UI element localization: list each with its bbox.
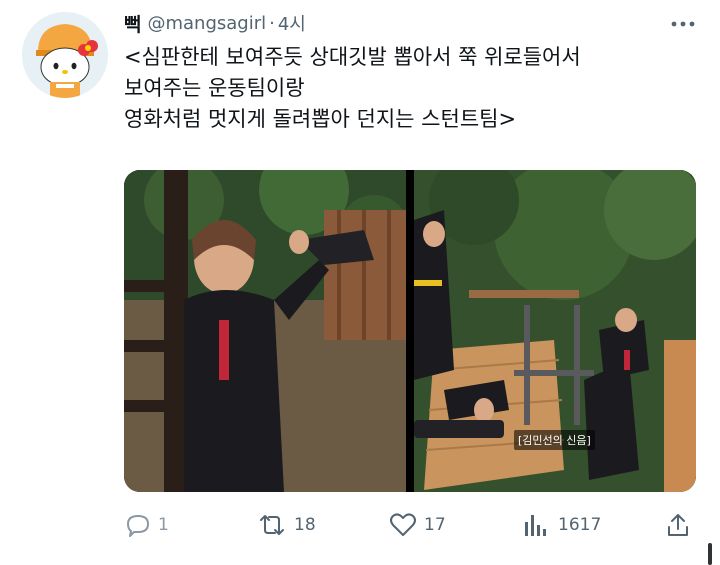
like-count: 17 (424, 515, 446, 535)
tweet-text-line-2: 보여주는 운동팀이랑 (124, 76, 305, 100)
reply-button[interactable]: 1 (124, 508, 169, 542)
scrollbar[interactable] (708, 543, 712, 565)
display-name[interactable]: 뻑 (124, 10, 141, 37)
user-handle[interactable]: @mangsagirl (147, 13, 266, 34)
more-horizontal-icon (671, 21, 695, 27)
tweet-text: <심판한테 보여주듯 상대깃발 뽑아서 쭉 위로들어서 보여주는 운동팀이랑 영… (124, 42, 704, 135)
views-button[interactable]: 1617 (520, 508, 601, 542)
tweet-header: 뻑 @mangsagirl · 4시 (124, 10, 306, 36)
avatar[interactable] (22, 12, 108, 98)
media-image-left[interactable] (124, 170, 406, 492)
retweet-count: 18 (294, 515, 316, 535)
reply-icon (127, 515, 149, 537)
action-bar: 1 18 17 1617 (124, 508, 704, 542)
reply-count: 1 (158, 515, 169, 535)
tweet-text-line-3: 영화처럼 멋지게 돌려뽑아 던지는 스턴트팀> (124, 107, 517, 131)
timestamp[interactable]: 4시 (278, 10, 306, 36)
view-count: 1617 (558, 515, 602, 535)
separator-dot: · (269, 12, 275, 34)
video-caption: [김민선의 신음] (514, 430, 595, 450)
share-button[interactable] (664, 508, 698, 542)
media-image-right[interactable]: [김민선의 신음] (414, 170, 696, 492)
like-button[interactable]: 17 (388, 508, 446, 542)
more-options-button[interactable] (666, 12, 700, 36)
tweet-text-line-1: <심판한테 보여주듯 상대깃발 뽑아서 쭉 위로들어서 (124, 45, 581, 69)
share-icon (668, 514, 688, 536)
retweet-icon (260, 515, 284, 535)
heart-icon (390, 513, 416, 536)
retweet-button[interactable]: 18 (256, 508, 316, 542)
bar-chart-icon (525, 515, 546, 536)
media-gallery: [김민선의 신음] (124, 170, 696, 492)
avatar-image (22, 12, 108, 98)
